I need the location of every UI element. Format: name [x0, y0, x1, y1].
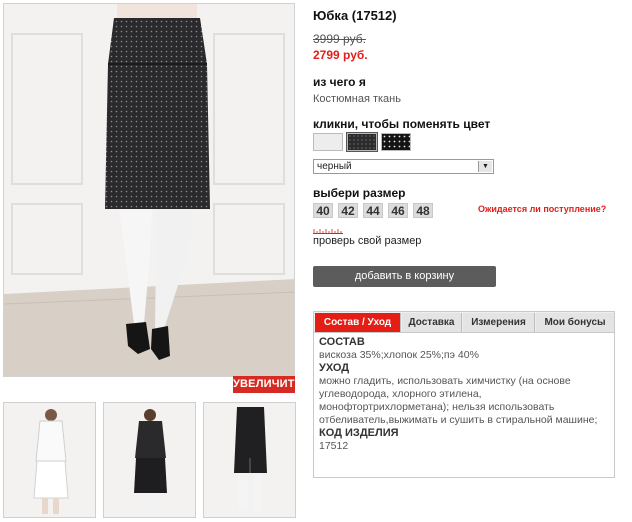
color-swatch-black-dotted[interactable]: [346, 132, 378, 152]
tab-panel-composition-care: СОСТАВ вискоза 35%;хлопок 25%;пэ 40% УХО…: [319, 336, 611, 453]
material-heading: из чего я: [313, 75, 366, 89]
color-select-value: черный: [317, 161, 352, 172]
material-value: Костюмная ткань: [313, 93, 401, 105]
tab-bar: Состав / Уход Доставка Измерения Мои бон…: [314, 312, 614, 333]
color-heading: кликни, чтобы поменять цвет: [313, 117, 491, 131]
expect-stock-link[interactable]: Ожидается ли поступление?: [478, 204, 606, 214]
size-option-46[interactable]: 46: [388, 203, 408, 218]
care-heading: УХОД: [319, 362, 350, 374]
product-code-heading: КОД ИЗДЕЛИЯ: [319, 427, 399, 439]
old-price: 3999 руб.: [313, 32, 366, 46]
size-option-42[interactable]: 42: [338, 203, 358, 218]
add-to-cart-button[interactable]: добавить в корзину: [313, 266, 496, 287]
care-value: можно гладить, использовать химчистку (н…: [319, 375, 598, 426]
zoom-button[interactable]: УВЕЛИЧИТЬ: [233, 376, 303, 393]
product-main-photo[interactable]: [3, 3, 295, 377]
size-option-44[interactable]: 44: [363, 203, 383, 218]
info-tabs: Состав / Уход Доставка Измерения Мои бон…: [313, 311, 615, 478]
color-swatch-white[interactable]: [313, 133, 343, 151]
tab-composition-care[interactable]: Состав / Уход: [315, 313, 401, 332]
size-heading: выбери размер: [313, 186, 406, 200]
tab-delivery[interactable]: Доставка: [402, 313, 462, 332]
new-price: 2799 руб.: [313, 48, 368, 62]
thumbnail-black-suit[interactable]: [103, 402, 196, 518]
size-option-40[interactable]: 40: [313, 203, 333, 218]
color-swatch-black-white-dotted[interactable]: [381, 133, 411, 151]
composition-value: вискоза 35%;хлопок 25%;пэ 40%: [319, 349, 479, 361]
product-title: Юбка (17512): [313, 8, 397, 23]
product-code-value: 17512: [319, 440, 349, 452]
thumbnail-white-suit[interactable]: [3, 402, 96, 518]
size-option-48[interactable]: 48: [413, 203, 433, 218]
tab-measurements[interactable]: Измерения: [463, 313, 535, 332]
composition-heading: СОСТАВ: [319, 336, 365, 348]
check-size-link[interactable]: проверь свой размер: [313, 235, 421, 247]
tab-my-bonuses[interactable]: Мои бонусы: [536, 313, 614, 332]
chevron-down-icon[interactable]: ▼: [478, 161, 492, 172]
ruler-icon: [313, 229, 343, 234]
thumbnail-skirt-back[interactable]: [203, 402, 296, 518]
color-select[interactable]: черный ▼: [313, 159, 494, 174]
